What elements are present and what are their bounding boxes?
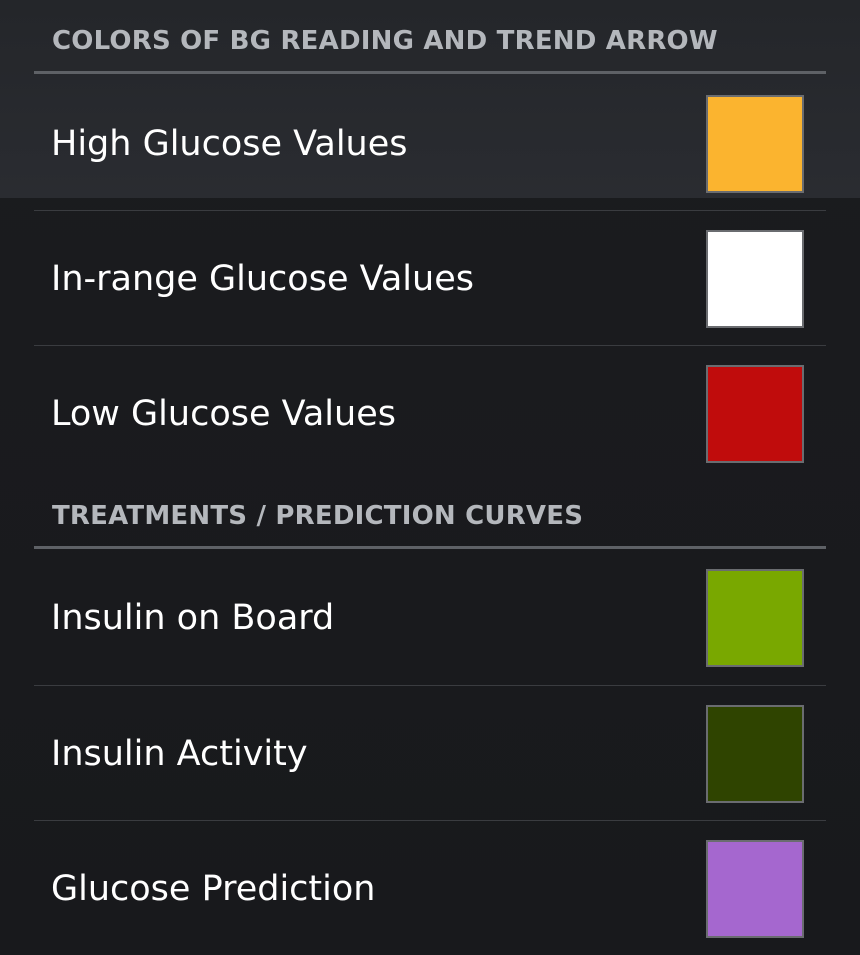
- pref-label-insulin-on-board: Insulin on Board: [51, 598, 335, 638]
- section-header-treatments: TREATMENTS / PREDICTION CURVES: [52, 501, 584, 531]
- color-swatch-insulin-activity[interactable]: [706, 705, 804, 803]
- section-divider: [34, 546, 826, 549]
- color-swatch-insulin-on-board[interactable]: [706, 569, 804, 667]
- pref-row-insulin-on-board[interactable]: Insulin on Board: [0, 551, 860, 685]
- row-divider: [34, 210, 826, 211]
- color-swatch-in-range-glucose[interactable]: [706, 230, 804, 328]
- pref-label-in-range-glucose: In-range Glucose Values: [51, 259, 474, 299]
- section-divider: [34, 71, 826, 74]
- pref-label-low-glucose: Low Glucose Values: [51, 394, 396, 434]
- row-divider: [34, 685, 826, 686]
- preferences-screen: COLORS OF BG READING AND TREND ARROW Hig…: [0, 0, 860, 955]
- pref-label-high-glucose: High Glucose Values: [51, 124, 408, 164]
- pref-label-glucose-prediction: Glucose Prediction: [51, 869, 376, 909]
- pref-row-insulin-activity[interactable]: Insulin Activity: [0, 687, 860, 821]
- color-swatch-low-glucose[interactable]: [706, 365, 804, 463]
- pref-row-high-glucose[interactable]: High Glucose Values: [0, 77, 860, 211]
- pref-label-insulin-activity: Insulin Activity: [51, 734, 308, 774]
- section-header-bg-colors: COLORS OF BG READING AND TREND ARROW: [52, 26, 718, 56]
- pref-row-glucose-prediction[interactable]: Glucose Prediction: [0, 822, 860, 955]
- color-swatch-high-glucose[interactable]: [706, 95, 804, 193]
- color-swatch-glucose-prediction[interactable]: [706, 840, 804, 938]
- row-divider: [34, 820, 826, 821]
- pref-row-in-range-glucose[interactable]: In-range Glucose Values: [0, 212, 860, 346]
- pref-row-low-glucose[interactable]: Low Glucose Values: [0, 347, 860, 481]
- row-divider: [34, 345, 826, 346]
